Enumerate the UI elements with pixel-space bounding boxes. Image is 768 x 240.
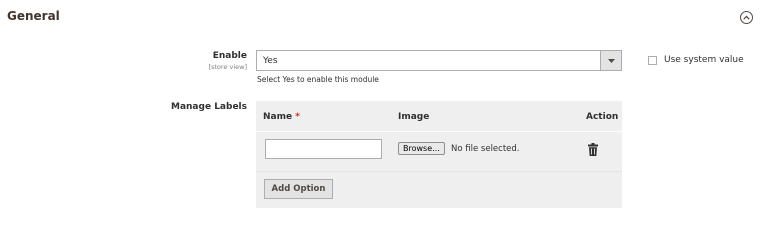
enable-select[interactable]: Yes <box>256 50 622 71</box>
column-header-name: Name * <box>263 112 300 122</box>
column-header-action: Action <box>586 112 619 122</box>
caret-down-icon <box>607 58 615 63</box>
trash-icon[interactable] <box>588 143 598 156</box>
use-system-value-checkbox[interactable] <box>648 56 657 65</box>
add-option-button[interactable]: Add Option <box>264 179 333 199</box>
select-arrow-box[interactable] <box>600 51 621 70</box>
enable-scope: [store view] <box>208 63 247 71</box>
use-system-value-label[interactable]: Use system value <box>664 55 744 65</box>
row-divider <box>256 171 622 172</box>
enable-label: Enable <box>212 51 247 61</box>
section-title: General <box>7 9 60 23</box>
file-status: No file selected. <box>451 144 520 154</box>
chevron-up-icon <box>743 15 750 20</box>
required-marker: * <box>295 112 300 122</box>
header-divider <box>256 131 622 132</box>
enable-select-value: Yes <box>263 56 278 66</box>
labels-table: Name * Image Action Browse... No file se… <box>256 101 622 208</box>
label-name-input[interactable] <box>265 139 382 159</box>
column-header-image: Image <box>398 112 430 122</box>
manage-labels-label: Manage Labels <box>171 102 247 112</box>
collapse-section-button[interactable] <box>740 11 753 24</box>
browse-button[interactable]: Browse... <box>398 142 445 155</box>
enable-note: Select Yes to enable this module <box>257 75 379 84</box>
